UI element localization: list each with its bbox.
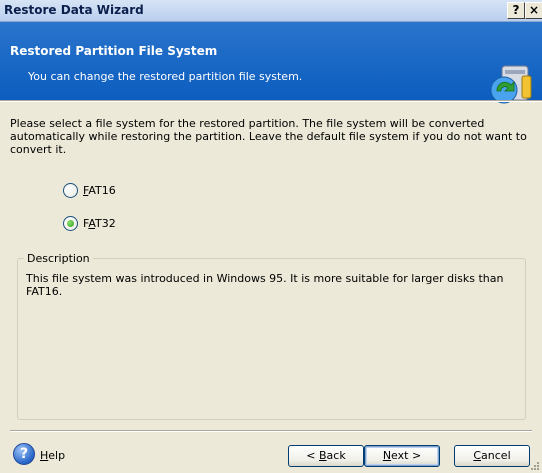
description-legend: Description (24, 252, 93, 265)
title-bar: Restore Data Wizard ? × (0, 0, 542, 22)
help-link[interactable]: Help (40, 449, 65, 462)
close-button[interactable]: × (525, 2, 542, 19)
fat16-label[interactable]: FAT16 (83, 184, 116, 197)
option-fat16[interactable]: FAT16 (63, 182, 116, 198)
page-title: Restored Partition File System (10, 44, 218, 58)
page-subtitle: You can change the restored partition fi… (28, 70, 303, 83)
option-fat32[interactable]: FAT32 (63, 215, 116, 231)
instruction-text: Please select a file system for the rest… (10, 117, 527, 156)
next-button[interactable]: Next > (364, 445, 440, 467)
cancel-button[interactable]: Cancel (454, 445, 530, 467)
help-icon[interactable]: ? (13, 443, 35, 465)
fat32-label[interactable]: FAT32 (83, 217, 116, 230)
footer-divider (10, 430, 532, 432)
description-text: This file system was introduced in Windo… (26, 272, 504, 298)
header-divider (0, 100, 542, 102)
window-title: Restore Data Wizard (4, 3, 144, 17)
resize-grip-icon[interactable] (530, 461, 540, 471)
wizard-header: Restored Partition File System You can c… (0, 22, 542, 104)
title-help-button[interactable]: ? (507, 2, 525, 19)
back-button[interactable]: < Back (288, 445, 364, 467)
fat16-radio[interactable] (63, 182, 78, 198)
fat32-radio[interactable] (63, 215, 78, 231)
